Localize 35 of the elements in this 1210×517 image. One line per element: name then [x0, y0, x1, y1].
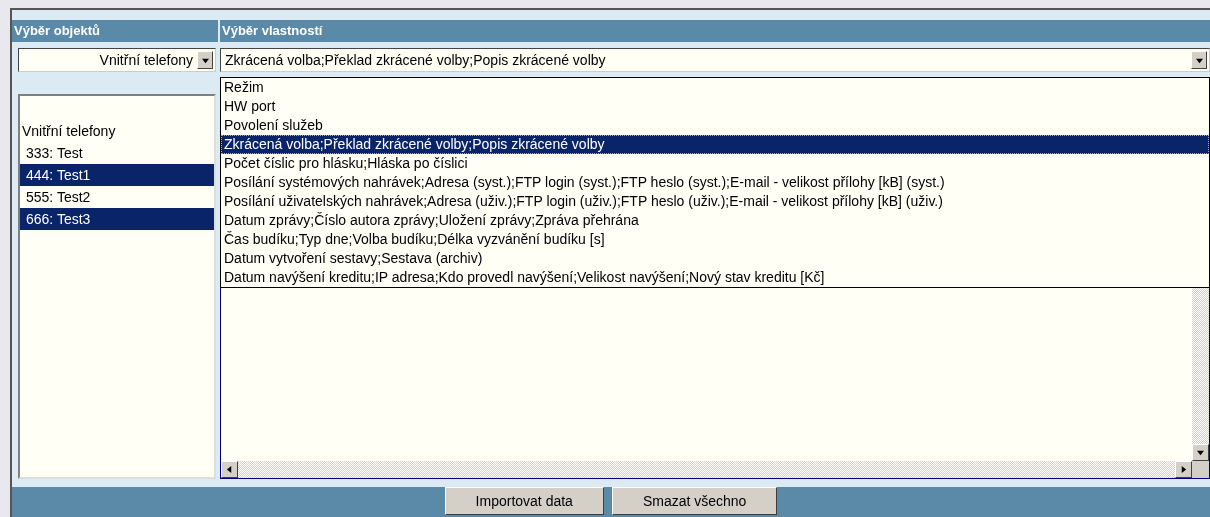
select-value: Zkrácená volba;Překlad zkrácené volby;Popis zkrácené volby [224, 52, 607, 68]
caret-icon [201, 56, 209, 64]
dropdown-option[interactable]: Datum vytvoření sestavy;Sestava (archiv) [221, 249, 1209, 268]
scroll-down-button[interactable] [1192, 444, 1209, 461]
dropdown-option[interactable]: Datum navýšení kreditu;IP adresa;Kdo provedl navýšení;Velikost navýšení;Nový stav kreditu [Kč] [221, 268, 1209, 287]
object-select[interactable]: Vnitřní telefony [18, 48, 216, 72]
dropdown-option[interactable]: Čas budíku;Typ dne;Volba budíku;Délka vyzvánění budíku [s] [221, 230, 1209, 249]
list-group-label: Vnitřní telefony [21, 122, 117, 141]
caret-icon [226, 466, 233, 473]
dropdown-option[interactable]: Zkrácená volba;Překlad zkrácené volby;Popis zkrácené volby [221, 135, 1209, 154]
list-item[interactable]: 444: Test1 [20, 164, 214, 186]
panel-header: Výběr vlastností [220, 20, 1210, 42]
caret-icon [1180, 466, 1187, 473]
dropdown-option[interactable]: Režim [221, 78, 1209, 97]
caret-icon [1195, 56, 1203, 64]
dropdown-option[interactable]: Počet číslic pro hlásku;Hláska po číslici [221, 154, 1209, 173]
list-item[interactable]: 666: Test3 [20, 208, 214, 230]
select-value: Vnitřní telefony [98, 52, 194, 68]
caret-icon [1197, 449, 1204, 456]
dropdown-option[interactable]: Posílání systémových nahrávek;Adresa (syst.);FTP login (syst.);FTP heslo (syst.);E-mail - velikost přílohy [kB] (syst.) [221, 173, 1209, 192]
dropdown-button[interactable] [197, 51, 213, 69]
scrollbar-corner [1192, 461, 1209, 478]
property-select[interactable]: Zkrácená volba;Překlad zkrácené volby;Popis zkrácené volby [220, 48, 1210, 72]
dropdown-button[interactable] [1191, 51, 1207, 69]
dropdown-option[interactable]: Posílání uživatelských nahrávek;Adresa (uživ.);FTP login (uživ.);FTP heslo (uživ.);E-mail - velikost přílohy [kB] (uživ.) [221, 192, 1209, 211]
panel-header: Výběr objektů [12, 20, 218, 42]
dropdown-option[interactable]: Datum zprávy;Číslo autora zprávy;Uložení zprávy;Zpráva přehrána [221, 211, 1209, 230]
clear-button[interactable]: Smazat všechno [611, 487, 778, 515]
list-item[interactable]: 555: Test2 [20, 186, 214, 208]
scroll-right-button[interactable] [1175, 461, 1192, 478]
import-button[interactable]: Importovat data [444, 487, 604, 515]
dropdown-option[interactable]: Povolení služeb [221, 116, 1209, 135]
dropdown-option[interactable]: HW port [221, 97, 1209, 116]
list-item[interactable]: 333: Test [20, 142, 214, 164]
scroll-left-button[interactable] [221, 461, 238, 478]
